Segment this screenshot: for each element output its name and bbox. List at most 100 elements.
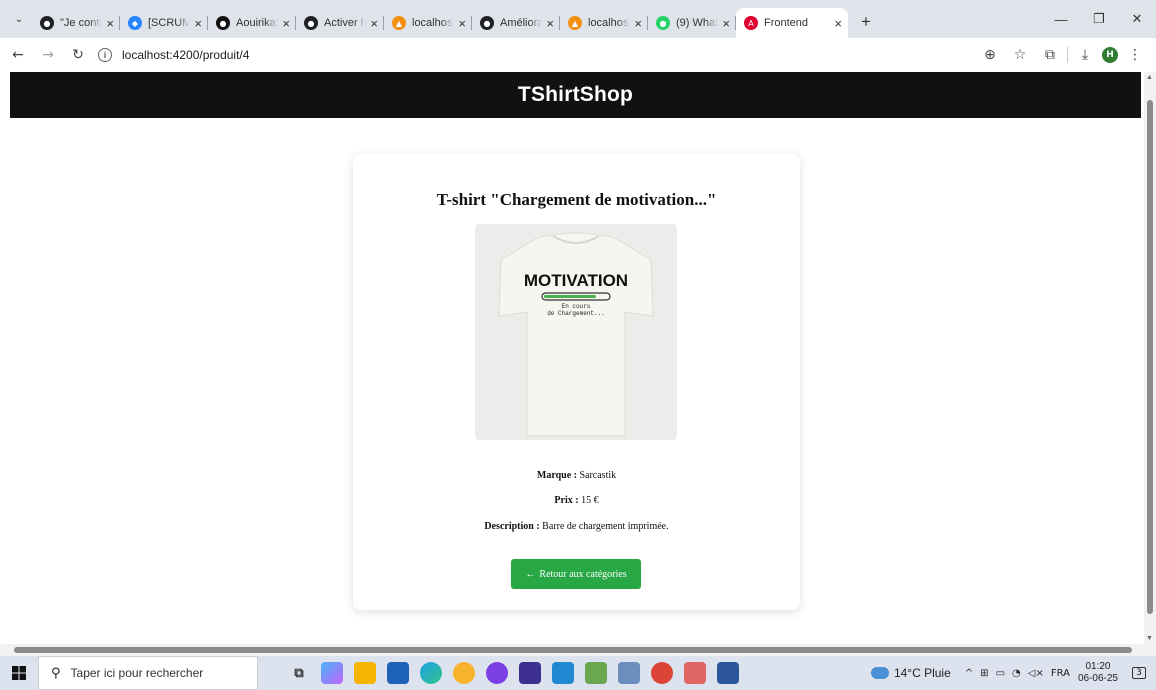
vscode-icon[interactable] — [552, 662, 574, 684]
network-icon[interactable]: ⊞ — [980, 668, 988, 679]
zoom-icon[interactable]: ⊕ — [977, 42, 1003, 68]
file-explorer-icon[interactable] — [354, 662, 376, 684]
new-tab-button[interactable]: + — [854, 10, 878, 34]
brand-value: Sarcastik — [579, 470, 617, 481]
description-label: Description : — [484, 521, 540, 532]
browser-tab[interactable]: ● Activer hiber× — [296, 8, 384, 38]
back-to-categories-button[interactable]: ← Retour aux catégories — [511, 559, 641, 589]
tab-favicon-icon: ● — [656, 16, 670, 30]
back-nav-icon[interactable]: ← — [6, 43, 30, 67]
tab-close-icon[interactable]: × — [106, 16, 114, 31]
tshirt-print-progress-bar — [544, 295, 596, 298]
browser-tab[interactable]: ● Amélioration× — [472, 8, 560, 38]
minimize-button[interactable]: — — [1042, 0, 1080, 38]
chevron-up-icon[interactable]: ^ — [965, 668, 973, 679]
taskbar-search[interactable]: ⚲ Taper ici pour rechercher — [38, 656, 258, 690]
wifi-icon[interactable]: ◔ — [1012, 668, 1021, 679]
tab-favicon-icon: ▲ — [568, 16, 582, 30]
volume-icon[interactable]: ◁× — [1028, 668, 1044, 679]
bookmark-star-icon[interactable]: ☆ — [1007, 42, 1033, 68]
app-icon-2[interactable] — [618, 662, 640, 684]
copilot-icon[interactable] — [321, 662, 343, 684]
horizontal-scrollbar[interactable] — [0, 644, 1156, 656]
site-info-icon[interactable]: i — [98, 48, 112, 62]
weather-text: 14°C Pluie — [893, 666, 951, 680]
tab-title: Frontend — [764, 17, 809, 29]
battery-icon[interactable]: ▭ — [996, 668, 1005, 679]
product-image: MOTIVATION En cours de Chargement... — [475, 224, 677, 440]
postman-icon[interactable] — [684, 662, 706, 684]
chrome-canary-icon[interactable] — [453, 662, 475, 684]
back-button-label: Retour aux catégories — [539, 568, 627, 580]
horizontal-scroll-thumb[interactable] — [14, 647, 1132, 653]
edge-icon[interactable] — [420, 662, 442, 684]
browser-tab[interactable]: ▲ localhost / M× — [384, 8, 472, 38]
tab-close-icon[interactable]: × — [370, 16, 378, 31]
browser-tab[interactable]: ● AouirikaSouh × — [208, 8, 296, 38]
task-view-icon[interactable]: ⧉ — [288, 662, 310, 684]
github-desktop-icon[interactable] — [486, 662, 508, 684]
chrome-icon[interactable] — [651, 662, 673, 684]
forward-nav-icon[interactable]: → — [36, 43, 60, 67]
tab-favicon-icon: ● — [304, 16, 318, 30]
brand-label: Marque : — [536, 470, 577, 481]
toolbar-actions: ⊕ ☆ ⧉ ⤓ H ⋮ — [977, 38, 1148, 72]
windows-logo-icon — [12, 666, 26, 680]
tab-favicon-icon: ▲ — [392, 16, 406, 30]
description-value: Barre de chargement imprimée. — [542, 521, 669, 532]
extensions-icon[interactable]: ⧉ — [1037, 42, 1063, 68]
search-icon: ⚲ — [51, 665, 61, 681]
browser-tab[interactable]: ◆ [SCRUM-12]× — [120, 8, 208, 38]
word-icon[interactable] — [717, 662, 739, 684]
tab-close-icon[interactable]: × — [194, 16, 202, 31]
tab-title: localhost / M — [588, 17, 631, 29]
product-title: T-shirt "Chargement de motivation..." — [436, 190, 717, 209]
download-icon[interactable]: ⤓ — [1072, 42, 1098, 68]
tab-close-icon[interactable]: × — [282, 16, 290, 31]
app-icon[interactable] — [519, 662, 541, 684]
product-price-line: Prix : 15 € — [353, 495, 800, 506]
tab-title: Amélioration — [500, 17, 543, 29]
browser-tab[interactable]: ● "Je continue × — [32, 8, 120, 38]
clock[interactable]: 01:20 06-06-25 — [1078, 661, 1118, 685]
tab-close-icon[interactable]: × — [634, 16, 642, 31]
tab-title: Activer hiber — [324, 17, 367, 29]
vertical-scroll-thumb[interactable] — [1147, 100, 1153, 614]
browser-tab[interactable]: A Frontend × — [736, 8, 848, 38]
rain-cloud-icon — [870, 667, 889, 679]
game-app-icon[interactable] — [585, 662, 607, 684]
tab-search-button[interactable]: ⌄ — [6, 6, 32, 32]
tab-close-icon[interactable]: × — [834, 16, 842, 31]
chevron-down-icon: ⌄ — [14, 13, 24, 25]
notification-count: 3 — [1132, 667, 1146, 679]
page-viewport: TShirtShop T-shirt "Chargement de motiva… — [0, 72, 1144, 644]
start-button[interactable] — [0, 656, 38, 690]
reload-icon[interactable]: ↻ — [66, 43, 90, 67]
tab-close-icon[interactable]: × — [722, 16, 730, 31]
profile-avatar[interactable]: H — [1102, 47, 1118, 63]
weather-widget[interactable]: 14°C Pluie — [870, 666, 951, 680]
tray-icons: ^ ⊞ ▭ ◔ ◁× FRA — [965, 668, 1070, 679]
notifications-icon[interactable]: 3 — [1128, 662, 1150, 684]
address-bar[interactable]: i localhost:4200/produit/4 — [98, 42, 249, 68]
language-indicator[interactable]: FRA — [1051, 668, 1070, 679]
vertical-scrollbar[interactable]: ▲ ▼ — [1144, 72, 1156, 644]
clock-date: 06-06-25 — [1077, 673, 1118, 684]
more-menu-icon[interactable]: ⋮ — [1122, 42, 1148, 68]
browser-tab[interactable]: ▲ localhost / M× — [560, 8, 648, 38]
tab-close-icon[interactable]: × — [458, 16, 466, 31]
close-window-button[interactable]: ✕ — [1118, 0, 1156, 38]
browser-tab[interactable]: ● (9) WhatsApp× — [648, 8, 736, 38]
scroll-down-icon[interactable]: ▼ — [1146, 635, 1153, 642]
site-brand[interactable]: TShirtShop — [518, 83, 633, 107]
mail-icon[interactable] — [387, 662, 409, 684]
tab-close-icon[interactable]: × — [546, 16, 554, 31]
clock-time: 01:20 — [1085, 661, 1111, 672]
tab-title: "Je continue — [60, 17, 102, 29]
scroll-up-icon[interactable]: ▲ — [1146, 74, 1153, 81]
browser-toolbar: ← → ↻ i localhost:4200/produit/4 ⊕ ☆ ⧉ ⤓… — [0, 38, 1156, 72]
restore-button[interactable]: ❐ — [1080, 0, 1118, 38]
tab-favicon-icon: ◆ — [128, 16, 142, 30]
toolbar-divider — [1067, 47, 1068, 63]
price-value: 15 € — [581, 495, 599, 506]
